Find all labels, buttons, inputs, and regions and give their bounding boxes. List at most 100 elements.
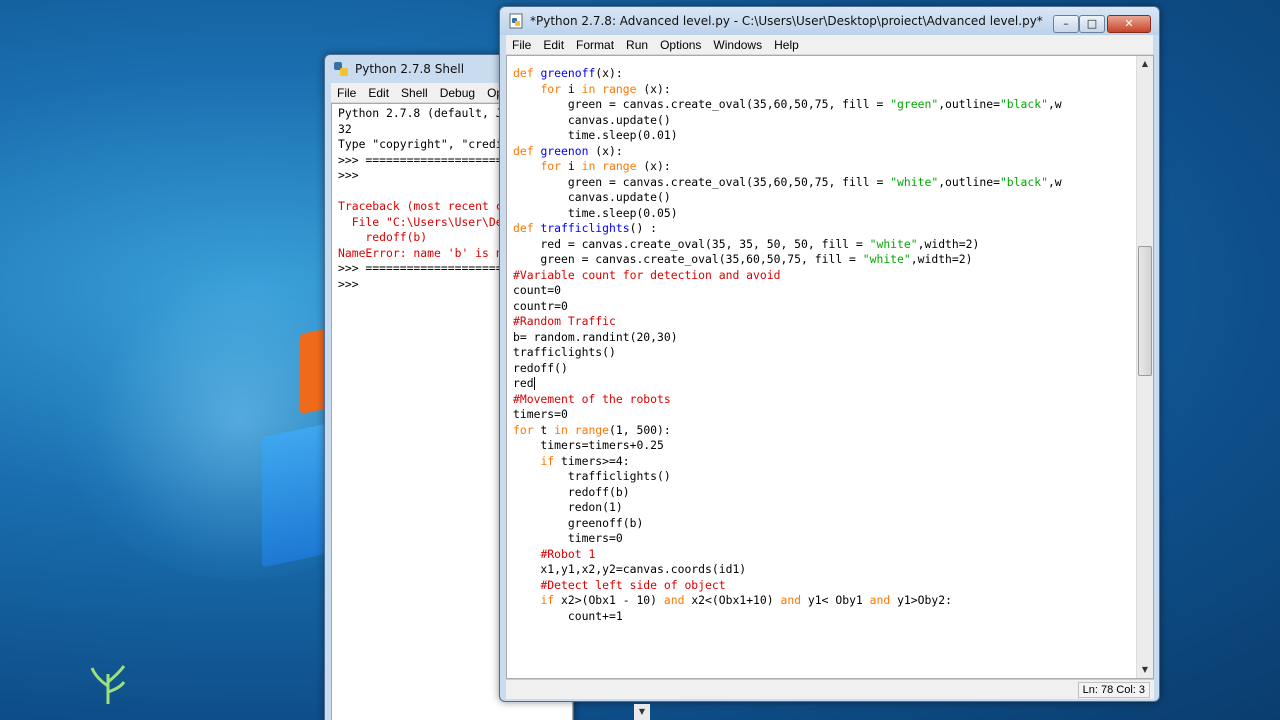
scroll-up-icon[interactable]: ▲ — [1137, 56, 1153, 72]
code-token: count=0 — [513, 283, 562, 297]
code-line: canvas.update() — [513, 113, 1062, 129]
code-token: and — [663, 593, 685, 607]
python-icon — [334, 62, 348, 76]
code-token: canvas.update() — [513, 112, 671, 127]
code-token: timers>=4: — [554, 453, 630, 468]
code-token: t — [533, 422, 555, 437]
code-token: (x): — [595, 66, 623, 80]
editor-menu-format[interactable]: Format — [570, 38, 620, 52]
code-token: range — [602, 159, 637, 173]
editor-text-area[interactable]: def greenoff(x): for i in range (x): gre… — [506, 55, 1154, 679]
code-line: def trafficlights() : — [513, 221, 1062, 237]
code-token: range — [574, 422, 610, 437]
code-token: #Random Traffic — [513, 314, 616, 328]
shell-title: Python 2.7.8 Shell — [355, 62, 465, 76]
editor-menu-file[interactable]: File — [506, 38, 537, 52]
status-bar: Ln: 78 Col: 3 — [506, 679, 1154, 699]
code-token: ,outline= — [938, 97, 1000, 111]
code-token: redoff() — [513, 360, 568, 375]
code-line: for i in range (x): — [513, 82, 1062, 98]
code-token: greenoff — [540, 66, 596, 80]
editor-menu-help[interactable]: Help — [768, 38, 805, 52]
scroll-thumb[interactable] — [1138, 246, 1152, 376]
code-token: ,w — [1047, 97, 1062, 111]
code-line: timers=0 — [513, 531, 1062, 547]
editor-menu-run[interactable]: Run — [620, 38, 654, 52]
code-token: greenoff(b) — [513, 515, 644, 530]
code-line: def greenon (x): — [513, 144, 1062, 160]
code-token: def — [513, 143, 541, 158]
code-token: ,width=2) — [917, 236, 980, 251]
code-token: green = canvas.create_oval(35,60,50,75, … — [513, 97, 891, 111]
code-token: for — [513, 422, 534, 437]
code-line: time.sleep(0.01) — [513, 128, 1062, 144]
code-token: #Variable count for detection and avoid — [513, 267, 781, 282]
code-token: and — [869, 593, 891, 607]
editor-menu-edit[interactable]: Edit — [537, 38, 570, 52]
shell-menu-file[interactable]: File — [331, 86, 362, 100]
code-line: timers=timers+0.25 — [513, 438, 1062, 454]
code-token: timers=0 — [513, 531, 623, 545]
maximize-button[interactable]: □ — [1079, 15, 1105, 33]
shell-menu-debug[interactable]: Debug — [434, 86, 481, 100]
close-button[interactable]: ✕ — [1107, 15, 1151, 33]
code-token: x2>(Obx1 - 10) — [554, 593, 664, 607]
code-line: x1,y1,x2,y2=canvas.coords(id1) — [513, 562, 1062, 578]
scroll-down-icon[interactable]: ▼ — [1137, 662, 1153, 678]
code-token: countr=0 — [513, 298, 568, 313]
code-token: if — [540, 453, 555, 468]
desktop-logo-blue — [262, 422, 332, 568]
code-line: if x2>(Obx1 - 10) and x2<(Obx1+10) and y… — [513, 593, 1062, 609]
code-line: greenoff(b) — [513, 516, 1062, 532]
editor-menu-options[interactable]: Options — [654, 38, 707, 52]
code-line: #Robot 1 — [513, 547, 1062, 563]
code-token: y1< Oby1 — [801, 593, 870, 607]
code-token: if — [540, 593, 555, 607]
code-line: redon(1) — [513, 500, 1062, 516]
code-line: for i in range (x): — [513, 159, 1062, 175]
shell-menu-shell[interactable]: Shell — [395, 86, 434, 100]
code-line: #Movement of the robots — [513, 392, 1062, 408]
code-line: redoff(b) — [513, 485, 1062, 501]
editor-vertical-scrollbar[interactable]: ▲ ▼ — [1136, 56, 1153, 678]
code-token: redoff(b) — [513, 484, 630, 499]
code-line: trafficlights() — [513, 345, 1062, 361]
shell-menu-edit[interactable]: Edit — [362, 86, 395, 100]
code-line: red — [513, 376, 1062, 392]
shell-scroll-down-icon[interactable]: ▼ — [634, 704, 650, 720]
code-token: x1,y1,x2,y2=canvas.coords(id1) — [513, 562, 747, 576]
code-token: "black" — [999, 174, 1048, 189]
code-token: range — [602, 81, 637, 96]
code-token: timers=0 — [513, 407, 568, 421]
code-line: #Variable count for detection and avoid — [513, 268, 1062, 284]
code-line: if timers>=4: — [513, 454, 1062, 470]
code-token: in — [554, 422, 568, 437]
code-line: count=0 — [513, 283, 1062, 299]
editor-menu-windows[interactable]: Windows — [707, 38, 768, 52]
code-token: ,width=2) — [910, 252, 973, 266]
python-file-icon — [509, 13, 523, 29]
code-line: countr=0 — [513, 299, 1062, 315]
code-token: #Robot 1 — [540, 546, 596, 561]
code-token: #Movement of the robots — [513, 391, 671, 406]
code-token: "white" — [890, 174, 939, 189]
code-token: green = canvas.create_oval(35,60,50,75, … — [513, 252, 863, 266]
code-token: #Detect left side of object — [540, 577, 726, 592]
code-token: trafficlights() — [513, 469, 671, 483]
code-token: () : — [629, 221, 658, 235]
code-line: def greenoff(x): — [513, 66, 1062, 82]
editor-window[interactable]: *Python 2.7.8: Advanced level.py - C:\Us… — [499, 6, 1160, 702]
code-line: timers=0 — [513, 407, 1062, 423]
cursor-position: Ln: 78 Col: 3 — [1077, 682, 1150, 698]
code-token: "white" — [862, 252, 911, 266]
code-line: green = canvas.create_oval(35,60,50,75, … — [513, 252, 1062, 268]
code-token: canvas.update() — [513, 190, 671, 204]
bamboo-leaf-icon — [90, 665, 126, 704]
code-token: red = canvas.create_oval(35, 35, 50, 50,… — [513, 236, 870, 251]
minimize-button[interactable]: – — [1053, 15, 1079, 33]
code-line: canvas.update() — [513, 190, 1062, 206]
code-line: redoff() — [513, 361, 1062, 377]
